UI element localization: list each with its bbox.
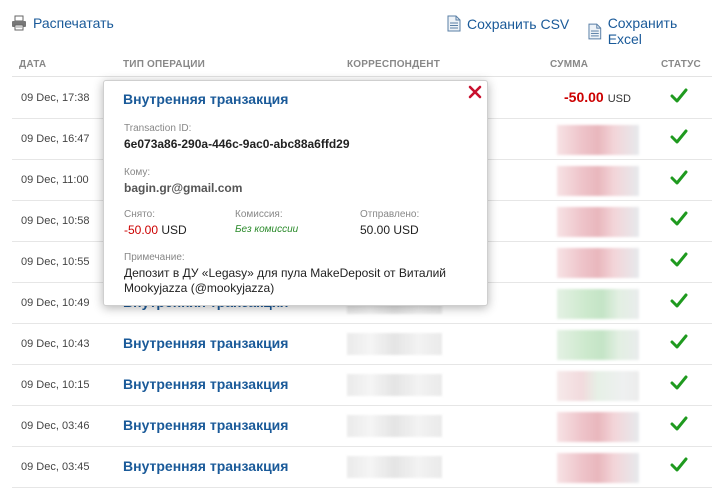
redacted-amount (557, 289, 639, 319)
print-label: Распечатать (33, 15, 114, 31)
checkmark-icon (670, 334, 688, 349)
commission-value: Без комиссии (235, 224, 299, 235)
header-correspondent: КОРРЕСПОНДЕНТ (347, 59, 441, 70)
redacted-amount (557, 453, 639, 483)
redacted-amount (557, 330, 639, 360)
table-header: ДАТА ТИП ОПЕРАЦИИ КОРРЕСПОНДЕНТ СУММА СТ… (12, 55, 712, 77)
row-date: 09 Dec, 03:46 (21, 420, 90, 432)
table-row[interactable]: 09 Dec, 10:15 Внутренняя транзакция (12, 365, 712, 406)
redacted-correspondent (347, 333, 442, 355)
document-icon (447, 15, 461, 32)
row-date: 09 Dec, 10:43 (21, 338, 90, 350)
save-csv-button[interactable]: Сохранить CSV (447, 15, 569, 32)
checkmark-icon (670, 211, 688, 226)
row-date: 09 Dec, 10:15 (21, 379, 90, 391)
recipient-value: bagin.gr@gmail.com (124, 181, 243, 195)
row-type[interactable]: Внутренняя транзакция (123, 376, 288, 392)
close-icon[interactable] (467, 84, 483, 100)
withdrawn-amount: -50.00 (124, 223, 159, 237)
redacted-amount (557, 412, 639, 442)
table-row[interactable]: 09 Dec, 10:43 Внутренняя транзакция (12, 324, 712, 365)
transaction-id-value: 6e073a86-290a-446c-9ac0-abc88a6ffd29 (124, 137, 350, 151)
checkmark-icon (670, 375, 688, 390)
save-excel-label: Сохранить Excel (607, 15, 678, 47)
note-label: Примечание: (124, 252, 185, 263)
sent-value: 50.00 USD (360, 223, 419, 237)
amount-currency: USD (607, 93, 631, 105)
redacted-correspondent (347, 415, 442, 437)
withdrawn-value: -50.00 USD (124, 223, 187, 237)
transaction-id-label: Transaction ID: (124, 123, 192, 134)
row-date: 09 Dec, 10:49 (21, 297, 90, 309)
recipient-label: Кому: (124, 167, 151, 178)
row-date: 09 Dec, 03:45 (21, 461, 90, 473)
withdrawn-currency: USD (161, 223, 187, 237)
header-amount: СУММА (550, 59, 589, 70)
popup-title: Внутренняя транзакция (123, 91, 289, 107)
redacted-amount (557, 371, 639, 401)
row-date: 09 Dec, 10:55 (21, 256, 90, 268)
redacted-amount (557, 207, 639, 237)
redacted-amount (557, 248, 639, 278)
transaction-details-popup: Внутренняя транзакция Transaction ID: 6e… (103, 80, 488, 306)
checkmark-icon (670, 129, 688, 144)
toolbar: Распечатать Сохранить CSV Сохранить Exce… (0, 0, 713, 48)
table-row[interactable]: 09 Dec, 03:46 Внутренняя транзакция (12, 406, 712, 447)
checkmark-icon (670, 293, 688, 308)
checkmark-icon (670, 88, 688, 103)
print-button[interactable]: Распечатать (11, 15, 114, 31)
withdrawn-label: Снято: (124, 209, 155, 220)
row-date: 09 Dec, 17:38 (21, 92, 90, 104)
row-type[interactable]: Внутренняя транзакция (123, 335, 288, 351)
document-icon (588, 23, 602, 39)
redacted-amount (557, 125, 639, 155)
printer-icon (12, 15, 26, 31)
redacted-correspondent (347, 374, 442, 396)
checkmark-icon (670, 170, 688, 185)
sent-label: Отправлено: (360, 209, 420, 220)
row-date: 09 Dec, 11:00 (21, 174, 89, 186)
note-line-1: Депозит в ДУ «Legasy» для пула MakeDepos… (124, 266, 447, 280)
redacted-correspondent (347, 456, 442, 478)
row-date: 09 Dec, 16:47 (21, 133, 90, 145)
checkmark-icon (670, 416, 688, 431)
save-excel-button[interactable]: Сохранить Excel (588, 15, 713, 47)
row-amount: -50.00 USD (564, 89, 631, 105)
redacted-amount (557, 166, 639, 196)
save-csv-label: Сохранить CSV (467, 15, 570, 32)
note-line-2: Mookyjazza (@mookyjazza) (124, 281, 275, 295)
header-type: ТИП ОПЕРАЦИИ (123, 59, 205, 70)
header-status: СТАТУС (661, 59, 701, 70)
row-type[interactable]: Внутренняя транзакция (123, 458, 288, 474)
header-date: ДАТА (19, 59, 47, 70)
commission-label: Комиссия: (235, 209, 283, 220)
sent-amount: 50.00 (360, 223, 391, 237)
row-date: 09 Dec, 10:58 (21, 215, 90, 227)
table-row[interactable]: 09 Dec, 03:45 Внутренняя транзакция (12, 447, 712, 488)
checkmark-icon (670, 252, 688, 267)
row-type[interactable]: Внутренняя транзакция (123, 417, 288, 433)
checkmark-icon (670, 457, 688, 472)
amount-value: -50.00 (564, 89, 604, 105)
sent-currency: USD (393, 223, 419, 237)
